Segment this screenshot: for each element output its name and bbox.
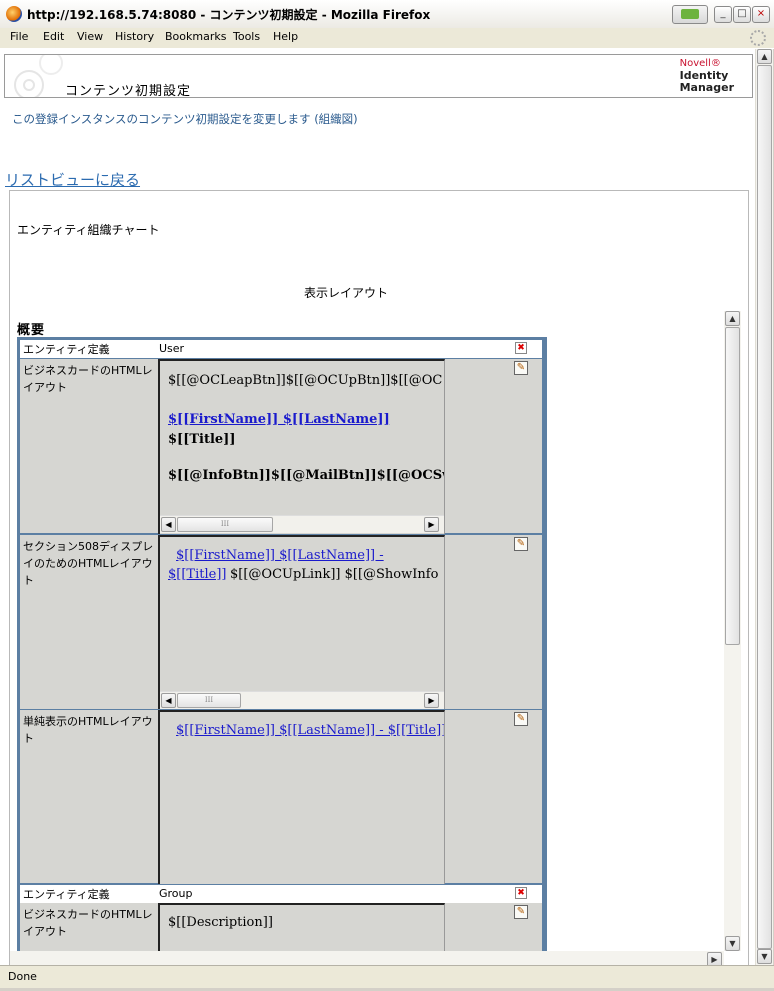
menu-bookmarks[interactable]: Bookmarks [165, 30, 226, 43]
delete-entity-button[interactable]: ✖ [515, 342, 527, 354]
entity-table: エンティティ定義 User ✖ ビジネスカードのHTMLレイアウト ✎ $[[@… [17, 337, 547, 965]
window-title: http://192.168.5.74:8080 - コンテンツ初期設定 - M… [27, 8, 431, 22]
layout-row-simple: 単純表示のHTMLレイアウト ✎ $[[FirstName]] $[[LastN… [20, 709, 542, 885]
scroll-down-button[interactable]: ▼ [757, 949, 772, 964]
scroll-right-button[interactable]: ▶ [424, 517, 439, 532]
layout-row-label: セクション508ディスプレイのためのHTMLレイアウト [23, 540, 154, 587]
preview-hscrollbar[interactable]: ◀ III ▶ [160, 691, 444, 709]
panel-vscrollbar[interactable]: ▲ ▼ [724, 311, 741, 951]
html-preview-simple: $[[FirstName]] $[[LastName]] - $[[Title]… [158, 710, 445, 885]
menu-file[interactable]: File [10, 30, 28, 43]
menu-history[interactable]: History [115, 30, 154, 43]
layout-row-business-card: ビジネスカードのHTMLレイアウト ✎ $[[@OCLeapBtn]]$[[@O… [20, 359, 542, 535]
entity-def-value: User [159, 342, 185, 355]
edit-pencil-icon[interactable]: ✎ [514, 712, 528, 726]
scroll-left-button[interactable]: ◀ [161, 517, 176, 532]
page-header: コンテンツ初期設定 Novell® Identity Manager [4, 54, 753, 99]
scroll-thumb[interactable] [757, 65, 772, 949]
menu-help[interactable]: Help [273, 30, 298, 43]
status-bar: Done [0, 965, 774, 988]
entity-def-row: エンティティ定義 Group ✖ [20, 884, 542, 904]
layout-row-label: ビジネスカードのHTMLレイアウト [23, 364, 153, 394]
layout-label: 表示レイアウト [304, 286, 389, 300]
layout-row-label: ビジネスカードのHTMLレイアウト [23, 908, 153, 938]
settings-panel: エンティティ組織チャート 表示レイアウト 概要 エンティティ定義 User ✖ … [9, 190, 749, 965]
page-vscrollbar[interactable]: ▲ ▼ [755, 49, 773, 965]
menu-edit[interactable]: Edit [43, 30, 64, 43]
scroll-down-button[interactable]: ▼ [725, 936, 740, 951]
nvidia-icon[interactable] [672, 5, 708, 24]
scroll-up-button[interactable]: ▲ [757, 49, 772, 64]
scroll-thumb[interactable] [725, 327, 740, 645]
menu-view[interactable]: View [77, 30, 103, 43]
edit-pencil-icon[interactable]: ✎ [514, 905, 528, 919]
edit-pencil-icon[interactable]: ✎ [514, 537, 528, 551]
scroll-left-button[interactable]: ◀ [161, 693, 176, 708]
close-button[interactable]: × [752, 6, 770, 23]
section-heading: 概要 [17, 323, 46, 338]
entity-def-label: エンティティ定義 [23, 888, 110, 901]
page-content: コンテンツ初期設定 Novell® Identity Manager この登録イ… [0, 49, 755, 965]
name-link[interactable]: $[[FirstName]] $[[LastName]] [168, 412, 390, 427]
layout-row-section508: セクション508ディスプレイのためのHTMLレイアウト ✎ $[[FirstNa… [20, 534, 542, 711]
scroll-right-button[interactable]: ▶ [424, 693, 439, 708]
html-preview-business-card: $[[@OCLeapBtn]]$[[@OCUpBtn]]$[[@OC $[[Fi… [158, 359, 445, 535]
page-title: コンテンツ初期設定 [65, 84, 192, 99]
entity-def-row: エンティティ定義 User ✖ [20, 340, 542, 359]
menu-bar: File Edit View History Bookmarks Tools H… [0, 28, 774, 49]
novell-logo: Novell® Identity Manager [679, 58, 734, 94]
layout-row-label: 単純表示のHTMLレイアウト [23, 715, 153, 745]
page-description: この登録インスタンスのコンテンツ初期設定を変更します (組織図) [12, 112, 358, 126]
scroll-thumb[interactable]: III [177, 517, 273, 532]
entity-def-label: エンティティ定義 [23, 343, 110, 356]
scroll-right-button[interactable]: ▶ [707, 952, 722, 965]
minimize-button[interactable]: _ [714, 6, 732, 23]
preview-hscrollbar[interactable]: ◀ III ▶ [160, 515, 444, 533]
window-titlebar: http://192.168.5.74:8080 - コンテンツ初期設定 - M… [0, 0, 774, 29]
gear-icon [14, 55, 63, 97]
html-preview-section508: $[[FirstName]] $[[LastName]] - $[[Title]… [158, 535, 445, 711]
delete-entity-button[interactable]: ✖ [515, 887, 527, 899]
scroll-thumb[interactable]: III [177, 693, 241, 708]
back-to-list-link[interactable]: リストビューに戻る [5, 169, 140, 190]
panel-hscrollbar[interactable]: ▶ [10, 951, 724, 965]
maximize-button[interactable]: □ [733, 6, 751, 23]
menu-tools[interactable]: Tools [233, 30, 260, 43]
entity-def-value: Group [159, 887, 193, 900]
throbber-icon [750, 30, 766, 46]
panel-title: エンティティ組織チャート [17, 223, 160, 237]
name-title-link[interactable]: $[[FirstName]] $[[LastName]] - $[[Title]… [176, 723, 444, 738]
firefox-icon [6, 6, 22, 22]
scroll-up-button[interactable]: ▲ [725, 311, 740, 326]
title-link[interactable]: $[[Title]] [168, 567, 226, 582]
status-text: Done [8, 970, 37, 983]
edit-pencil-icon[interactable]: ✎ [514, 361, 528, 375]
name-link[interactable]: $[[FirstName]] $[[LastName]] - [176, 548, 384, 563]
